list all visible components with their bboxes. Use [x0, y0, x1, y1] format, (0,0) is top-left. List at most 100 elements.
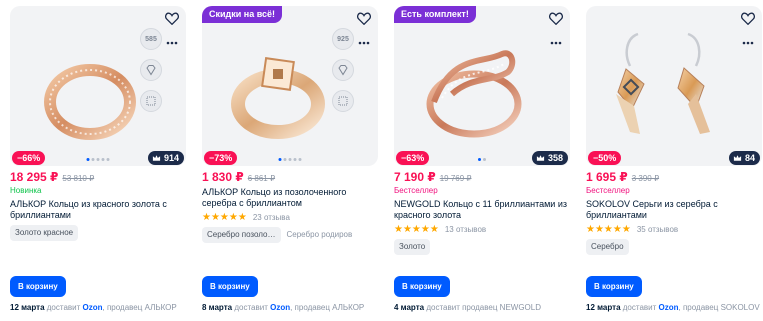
rating-row[interactable]: ★★★★★ 13 отзывов	[394, 224, 570, 235]
review-count[interactable]: 13 отзывов	[445, 225, 486, 234]
diamond-icon	[332, 59, 354, 81]
delivery-date: 8 марта	[202, 303, 233, 312]
delivery-text: доставит	[46, 303, 81, 312]
rating-badge: 84	[728, 151, 760, 165]
diamond-icon	[140, 59, 162, 81]
star-rating: ★★★★★	[202, 211, 247, 223]
image-pagination[interactable]	[478, 158, 486, 161]
old-price: 3 390 ₽	[631, 174, 660, 183]
variant-chip[interactable]: Золото красное	[10, 225, 79, 241]
current-price: 1 830 ₽	[202, 170, 244, 184]
more-icon[interactable]	[355, 36, 373, 50]
crown-icon	[152, 155, 161, 161]
product-card[interactable]: 585 −66% 914 18 295 ₽ 53 810 ₽ Новинка А…	[10, 6, 186, 321]
product-title[interactable]: NEWGOLD Кольцо с 11 бриллиантами из крас…	[394, 199, 570, 221]
delivery-brand[interactable]: Ozon	[270, 303, 290, 312]
ring-image	[426, 50, 522, 138]
rating-badge: 914	[147, 151, 184, 165]
product-tag: Бестселлер	[394, 186, 438, 195]
product-card[interactable]: Есть комплект! −63% 358 7 190 ₽ 19 769 ₽…	[394, 6, 570, 321]
review-count[interactable]: 35 отзывов	[637, 225, 678, 234]
delivery-date: 12 марта	[10, 303, 45, 312]
rating-row[interactable]: ★★★★★ 35 отзывов	[586, 224, 762, 235]
texture-icon	[140, 90, 162, 112]
feature-icons: 925	[330, 28, 356, 112]
product-image-area[interactable]: −50% 84	[586, 6, 762, 166]
rating-value: 84	[744, 153, 755, 163]
promo-badge: Есть комплект!	[394, 6, 476, 23]
discount-badge: −50%	[588, 151, 622, 165]
delivery-date: 4 марта	[394, 303, 425, 312]
image-pagination[interactable]	[278, 158, 302, 161]
heart-icon[interactable]	[547, 9, 565, 27]
add-to-cart-button[interactable]: В корзину	[10, 276, 66, 297]
delivery-info: 8 марта доставит Ozon, продавец АЛЬКОР	[202, 303, 378, 313]
delivery-text[interactable]: доставит продавец NEWGOLD	[426, 303, 541, 312]
delivery-info: 4 марта доставит продавец NEWGOLD	[394, 303, 570, 313]
rating-value: 358	[547, 153, 563, 163]
price-row: 18 295 ₽ 53 810 ₽	[10, 170, 186, 184]
variant-chip[interactable]: Серебро	[586, 239, 629, 255]
current-price: 18 295 ₽	[10, 170, 59, 184]
image-pagination[interactable]	[86, 158, 110, 161]
delivery-text: доставит	[622, 303, 657, 312]
variant-chip[interactable]: Золото	[394, 239, 431, 255]
ring-image	[231, 57, 325, 139]
rating-row[interactable]: ★★★★★ 23 отзыва	[202, 212, 378, 223]
delivery-date: 12 марта	[586, 303, 621, 312]
star-rating: ★★★★★	[394, 223, 439, 235]
texture-icon	[332, 90, 354, 112]
variant-chips: Золото	[394, 239, 570, 255]
product-tag: Бестселлер	[586, 186, 630, 195]
old-price: 6 861 ₽	[247, 174, 276, 183]
delivery-text: доставит	[234, 303, 268, 312]
add-to-cart-button[interactable]: В корзину	[202, 276, 258, 297]
variant-chips: Золото красное	[10, 225, 186, 241]
delivery-brand[interactable]: Ozon	[659, 303, 679, 312]
delivery-info: 12 марта доставит Ozon, продавец АЛЬКОР	[10, 303, 186, 313]
feature-icons: 585	[138, 28, 164, 112]
product-title[interactable]: АЛЬКОР Кольцо из позолоченного серебра с…	[202, 187, 378, 209]
product-image-area[interactable]: 925 Скидки на всё! −73%	[202, 6, 378, 166]
product-card[interactable]: −50% 84 1 695 ₽ 3 390 ₽ Бестселлер SOKOL…	[586, 6, 762, 321]
crown-icon	[536, 155, 545, 161]
earrings-image	[616, 32, 710, 134]
ring-image	[44, 64, 136, 140]
add-to-cart-button[interactable]: В корзину	[586, 276, 642, 297]
discount-badge: −73%	[204, 151, 238, 165]
delivery-seller[interactable]: , продавец АЛЬКОР	[103, 303, 177, 312]
heart-icon[interactable]	[739, 9, 757, 27]
product-card[interactable]: 925 Скидки на всё! −73% 1 830 ₽ 6 861 ₽ …	[202, 6, 378, 321]
product-title[interactable]: SOKOLOV Серьги из серебра с бриллиантами	[586, 199, 762, 221]
price-row: 1 830 ₽ 6 861 ₽	[202, 170, 378, 184]
current-price: 7 190 ₽	[394, 170, 436, 184]
product-image-area[interactable]: 585 −66% 914	[10, 6, 186, 166]
crown-icon	[733, 155, 742, 161]
discount-badge: −63%	[396, 151, 430, 165]
more-icon[interactable]	[547, 36, 565, 50]
delivery-brand[interactable]: Ozon	[83, 303, 103, 312]
variant-chip[interactable]: Серебро родиров	[285, 227, 358, 243]
delivery-seller[interactable]: , продавец АЛЬКОР	[290, 303, 364, 312]
more-icon[interactable]	[739, 36, 757, 50]
variant-chip[interactable]: Серебро позоло…	[202, 227, 281, 243]
add-to-cart-button[interactable]: В корзину	[394, 276, 450, 297]
current-price: 1 695 ₽	[586, 170, 628, 184]
product-title[interactable]: АЛЬКОР Кольцо из красного золота с брилл…	[10, 199, 186, 221]
rating-badge: 358	[531, 151, 568, 165]
delivery-seller[interactable]: , продавец SOKOLOV	[679, 303, 760, 312]
star-rating: ★★★★★	[586, 223, 631, 235]
assay-badge: 585	[140, 28, 162, 50]
heart-icon[interactable]	[355, 9, 373, 27]
more-icon[interactable]	[163, 36, 181, 50]
heart-icon[interactable]	[163, 9, 181, 27]
old-price: 19 769 ₽	[439, 174, 472, 183]
product-image-area[interactable]: Есть комплект! −63% 358	[394, 6, 570, 166]
variant-chips: Серебро	[586, 239, 762, 255]
product-tag: Новинка	[10, 186, 42, 195]
price-row: 1 695 ₽ 3 390 ₽	[586, 170, 762, 184]
assay-badge: 925	[332, 28, 354, 50]
price-row: 7 190 ₽ 19 769 ₽	[394, 170, 570, 184]
discount-badge: −66%	[12, 151, 46, 165]
review-count[interactable]: 23 отзыва	[253, 213, 290, 222]
